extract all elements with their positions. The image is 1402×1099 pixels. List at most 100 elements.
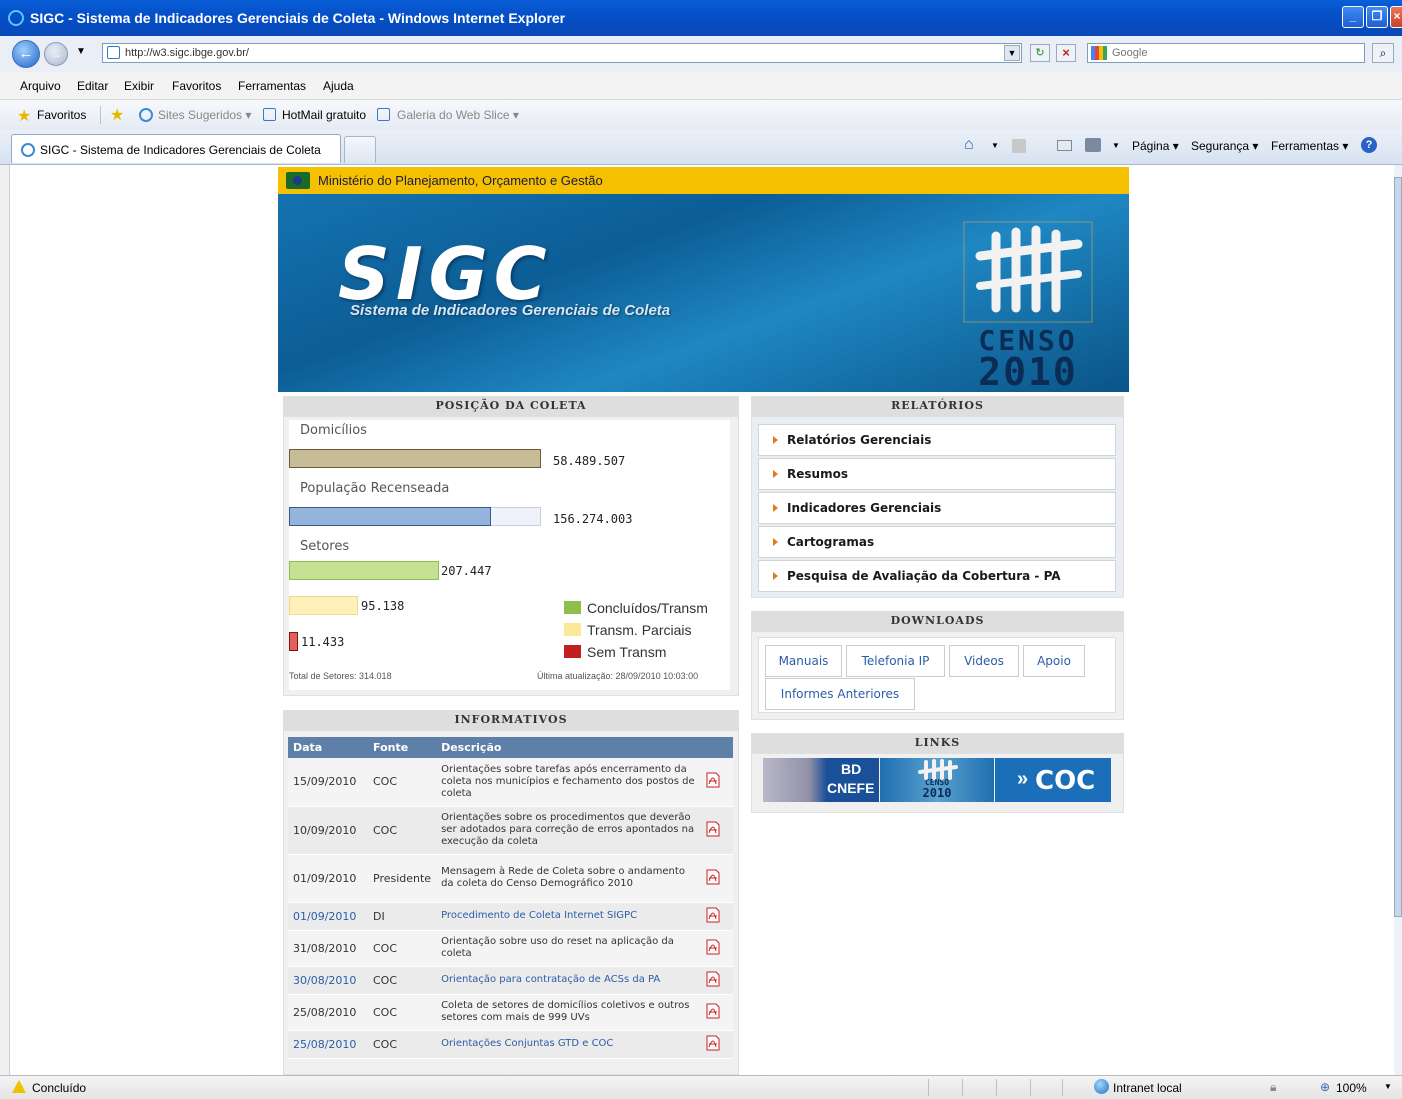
domicilios-bar bbox=[289, 449, 541, 468]
row-fonte: COC bbox=[368, 994, 437, 1031]
row-date: 15/09/2010 bbox=[288, 758, 368, 807]
ultima-atualizacao: Última atualização: 28/09/2010 10:03:00 bbox=[537, 671, 699, 681]
history-dropdown-icon[interactable]: ▼ bbox=[76, 46, 86, 57]
row-descricao[interactable]: Procedimento de Coleta Internet SIGPC bbox=[436, 902, 701, 931]
window-title: SIGC - Sistema de Indicadores Gerenciais… bbox=[30, 10, 566, 26]
restore-button[interactable]: ❐ bbox=[1366, 6, 1388, 28]
favorites-button[interactable]: Favoritos bbox=[37, 108, 86, 122]
back-button[interactable]: ← bbox=[12, 40, 40, 68]
search-box[interactable] bbox=[1087, 43, 1365, 63]
resumos-link[interactable]: Resumos bbox=[758, 458, 1116, 490]
row-descricao[interactable]: Orientações sobre tarefas após encerrame… bbox=[436, 758, 701, 807]
row-descricao[interactable]: Orientações Conjuntas GTD e COC bbox=[436, 1030, 701, 1059]
add-favorite-icon[interactable]: ★ bbox=[110, 105, 124, 125]
pdf-icon[interactable] bbox=[706, 821, 720, 837]
fav-hotmail[interactable]: HotMail gratuito bbox=[282, 108, 366, 122]
table-row[interactable]: 25/08/2010 COC Orientações Conjuntas GTD… bbox=[288, 1030, 733, 1059]
table-row[interactable]: 01/09/2010 DI Procedimento de Coleta Int… bbox=[288, 902, 733, 931]
censo-2010-link[interactable]: CENSO 2010 bbox=[880, 758, 994, 802]
pdf-icon[interactable] bbox=[706, 1003, 720, 1019]
download-tab-informes-anteriores[interactable]: Informes Anteriores bbox=[765, 678, 915, 710]
menu-arquivo[interactable]: Arquivo bbox=[20, 79, 61, 93]
menu-bar: Arquivo Editar Exibir Favoritos Ferramen… bbox=[0, 72, 1402, 100]
row-pdf[interactable] bbox=[701, 994, 733, 1031]
table-row[interactable]: 25/08/2010 COC Coleta de setores de domi… bbox=[288, 994, 733, 1031]
menu-ferramentas[interactable]: Ferramentas bbox=[238, 79, 306, 93]
row-date: 31/08/2010 bbox=[288, 930, 368, 967]
fav-sites-sugeridos[interactable]: Sites Sugeridos ▾ bbox=[158, 108, 251, 122]
pdf-icon[interactable] bbox=[706, 971, 720, 987]
forward-button[interactable]: → bbox=[44, 42, 68, 66]
home-icon[interactable]: ⌂ bbox=[964, 136, 974, 154]
pesquisa-avaliacao-link[interactable]: Pesquisa de Avaliação da Cobertura - PA bbox=[758, 560, 1116, 592]
help-icon[interactable]: ? bbox=[1361, 137, 1377, 153]
row-pdf[interactable] bbox=[701, 930, 733, 967]
address-dropdown-icon[interactable]: ▼ bbox=[1004, 45, 1020, 61]
feeds-icon[interactable] bbox=[1012, 139, 1026, 153]
refresh-icon[interactable]: ↻ bbox=[1030, 44, 1050, 62]
zoom-level[interactable]: 100% bbox=[1336, 1081, 1367, 1095]
censo-2010-logo: CENSO 2010 bbox=[958, 216, 1098, 392]
stop-icon[interactable]: × bbox=[1056, 44, 1076, 62]
scrollbar-thumb[interactable] bbox=[1394, 177, 1402, 917]
search-button[interactable]: ⌕ bbox=[1372, 43, 1394, 63]
zoom-dropdown-icon[interactable]: ▼ bbox=[1384, 1082, 1392, 1091]
row-pdf[interactable] bbox=[701, 1030, 733, 1059]
indicadores-gerenciais-link[interactable]: Indicadores Gerenciais bbox=[758, 492, 1116, 524]
pdf-icon[interactable] bbox=[706, 772, 720, 788]
print-dropdown-icon[interactable]: ▼ bbox=[1112, 141, 1120, 150]
download-tab-manuais[interactable]: Manuais bbox=[765, 645, 842, 677]
download-tab-videos[interactable]: Videos bbox=[949, 645, 1019, 677]
protected-mode-icon[interactable]: 🔒︎ bbox=[1270, 1080, 1276, 1095]
row-pdf[interactable] bbox=[701, 758, 733, 807]
fav-galeria-web-slice[interactable]: Galeria do Web Slice ▾ bbox=[397, 108, 519, 122]
cartogramas-link[interactable]: Cartogramas bbox=[758, 526, 1116, 558]
window-title-bar: SIGC - Sistema de Indicadores Gerenciais… bbox=[0, 0, 1402, 36]
mail-icon[interactable] bbox=[1057, 140, 1072, 151]
menu-favoritos[interactable]: Favoritos bbox=[172, 79, 221, 93]
download-tab-apoio[interactable]: Apoio bbox=[1023, 645, 1085, 677]
pdf-icon[interactable] bbox=[706, 869, 720, 885]
row-pdf[interactable] bbox=[701, 902, 733, 931]
pdf-icon[interactable] bbox=[706, 1035, 720, 1051]
row-pdf[interactable] bbox=[701, 966, 733, 995]
row-descricao[interactable]: Orientações sobre os procedimentos que d… bbox=[436, 806, 701, 855]
table-row[interactable]: 15/09/2010 COC Orientações sobre tarefas… bbox=[288, 758, 733, 807]
vertical-scrollbar[interactable] bbox=[1394, 165, 1402, 1075]
row-pdf[interactable] bbox=[701, 806, 733, 855]
sem-transm-bar bbox=[289, 632, 298, 651]
table-row[interactable]: 01/09/2010 Presidente Mensagem à Rede de… bbox=[288, 854, 733, 903]
relatorios-gerenciais-link[interactable]: Relatórios Gerenciais bbox=[758, 424, 1116, 456]
command-ferramentas[interactable]: Ferramentas ▾ bbox=[1271, 139, 1348, 153]
table-row[interactable]: 31/08/2010 COC Orientação sobre uso do r… bbox=[288, 930, 733, 967]
bd-cnefe-link[interactable]: BD CNEFE bbox=[763, 758, 879, 802]
search-input[interactable] bbox=[1112, 45, 1352, 61]
table-row[interactable]: 10/09/2010 COC Orientações sobre os proc… bbox=[288, 806, 733, 855]
menu-ajuda[interactable]: Ajuda bbox=[323, 79, 354, 93]
address-field[interactable]: http://w3.sigc.ibge.gov.br/ bbox=[102, 43, 1022, 63]
new-tab-button[interactable] bbox=[344, 136, 376, 163]
coc-link[interactable]: » COC bbox=[995, 758, 1111, 802]
pdf-icon[interactable] bbox=[706, 907, 720, 923]
row-descricao[interactable]: Mensagem à Rede de Coleta sobre o andame… bbox=[436, 854, 701, 903]
table-row[interactable]: 30/08/2010 COC Orientação para contrataç… bbox=[288, 966, 733, 995]
menu-editar[interactable]: Editar bbox=[77, 79, 108, 93]
menu-exibir[interactable]: Exibir bbox=[124, 79, 154, 93]
ministry-name[interactable]: Ministério do Planejamento, Orçamento e … bbox=[318, 173, 603, 188]
print-icon[interactable] bbox=[1085, 138, 1101, 152]
row-descricao[interactable]: Orientação para contratação de ACSs da P… bbox=[436, 966, 701, 995]
posicao-header: POSIÇÃO DA COLETA bbox=[283, 396, 739, 416]
row-descricao[interactable]: Coleta de setores de domicílios coletivo… bbox=[436, 994, 701, 1031]
minimize-button[interactable]: _ bbox=[1342, 6, 1364, 28]
command-pagina[interactable]: Página ▾ bbox=[1132, 139, 1179, 153]
row-descricao[interactable]: Orientação sobre uso do reset na aplicaç… bbox=[436, 930, 701, 967]
tab-sigc[interactable]: SIGC - Sistema de Indicadores Gerenciais… bbox=[11, 134, 341, 163]
close-button[interactable]: × bbox=[1390, 6, 1402, 28]
row-date: 25/08/2010 bbox=[288, 994, 368, 1031]
home-dropdown-icon[interactable]: ▼ bbox=[991, 141, 999, 150]
row-pdf[interactable] bbox=[701, 854, 733, 903]
pdf-icon[interactable] bbox=[706, 939, 720, 955]
command-seguranca[interactable]: Segurança ▾ bbox=[1191, 139, 1258, 153]
censo-tally-icon bbox=[963, 221, 1093, 323]
download-tab-telefonia-ip[interactable]: Telefonia IP bbox=[846, 645, 945, 677]
